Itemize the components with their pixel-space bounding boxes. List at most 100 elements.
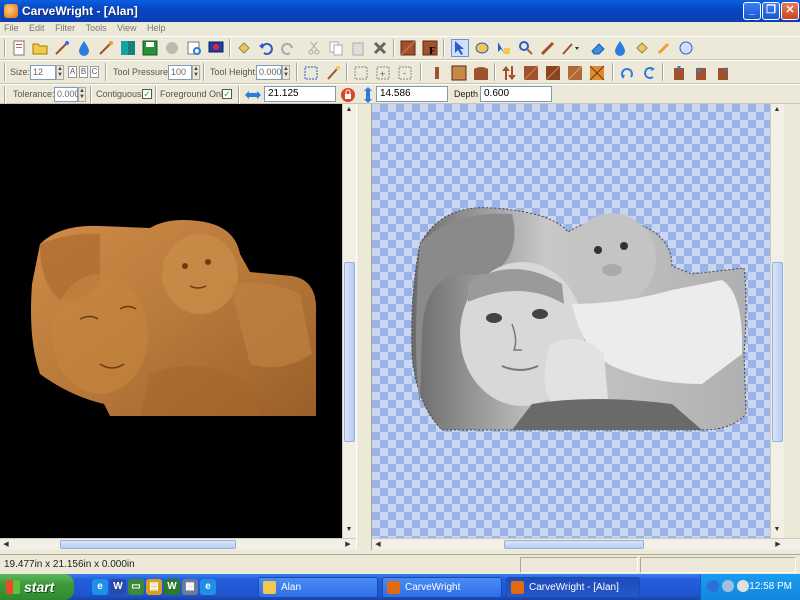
print-preview-icon[interactable] [185,39,203,57]
contiguous-checkbox[interactable]: ✓ [142,89,152,99]
tool-pressure-input[interactable]: 100 [168,65,192,80]
menu-edit[interactable]: Edit [25,22,49,33]
eyedropper-icon[interactable] [655,39,673,57]
width-input[interactable]: 21.125 [264,86,336,102]
board-icon[interactable] [399,39,417,57]
tolerance-spinner[interactable]: ▲ ▼ [78,87,86,102]
new-file-icon[interactable] [10,39,28,57]
delete-icon[interactable] [371,39,389,57]
select-arrow-icon[interactable] [451,39,469,57]
slope-1-icon[interactable] [522,64,540,82]
scroll-down-arrow-icon[interactable]: ▼ [343,524,355,536]
drop-icon[interactable] [75,39,93,57]
raise-lower-icon[interactable] [500,64,518,82]
option-a-button[interactable]: A [68,66,77,78]
scroll-down-arrow-icon[interactable]: ▼ [771,524,783,536]
scroll-right-arrow-icon[interactable]: ▶ [772,539,784,551]
left-horizontal-scrollbar[interactable]: ◀ ▶ [0,538,356,550]
brush-icon[interactable] [97,39,115,57]
paint-bucket-icon[interactable] [633,39,651,57]
fill-icon[interactable] [677,39,695,57]
lock-aspect-icon[interactable] [339,86,357,104]
task-alan-folder[interactable]: Alan [258,577,378,598]
select-add-icon[interactable]: + [374,64,392,82]
menu-file[interactable]: File [0,22,23,33]
ie-icon[interactable]: e [92,579,108,595]
fill-bucket-icon[interactable] [235,39,253,57]
network-icon[interactable] [707,580,719,592]
rotate-left-icon[interactable] [618,64,636,82]
tool-height-spinner[interactable]: ▲ ▼ [282,65,290,80]
scroll-right-arrow-icon[interactable]: ▶ [342,539,354,551]
wand-icon[interactable] [53,39,71,57]
minimize-button[interactable]: _ [743,2,761,20]
scroll-left-arrow-icon[interactable]: ◀ [0,539,12,551]
copy-icon[interactable] [327,39,345,57]
scroll-left-arrow-icon[interactable]: ◀ [372,539,384,551]
tool-pressure-spinner[interactable]: ▲ ▼ [192,65,200,80]
magic-wand-icon[interactable] [324,64,342,82]
blur-icon[interactable] [163,39,181,57]
reset-icon[interactable] [714,64,732,82]
right-vscroll-thumb[interactable] [772,262,783,442]
save-icon[interactable] [141,39,159,57]
task-carvewright-alan[interactable]: CarveWright - [Alan] [506,577,640,598]
zoom-icon[interactable] [517,39,535,57]
water-drop-icon[interactable] [611,39,629,57]
pane-splitter[interactable] [356,104,372,550]
flip-icon[interactable] [670,64,688,82]
option-c-button[interactable]: C [90,66,99,78]
word-green-icon[interactable]: W [164,579,180,595]
tool-height-input[interactable]: 0.000 [256,65,282,80]
left-vertical-scrollbar[interactable]: ▲ ▼ [342,104,356,538]
option-b-button[interactable]: B [79,66,88,78]
size-input[interactable]: 12 [30,65,56,80]
menu-help[interactable]: Help [143,22,170,33]
menu-tools[interactable]: Tools [82,22,111,33]
redo-icon[interactable] [279,39,297,57]
pencil-icon[interactable] [539,39,557,57]
monitor-icon[interactable] [207,39,225,57]
slope-2-icon[interactable] [544,64,562,82]
scroll-up-arrow-icon[interactable]: ▲ [343,104,355,116]
eraser-icon[interactable] [589,39,607,57]
rect-select-icon[interactable] [302,64,320,82]
folder-icon[interactable]: ▤ [146,579,162,595]
select-subtract-icon[interactable]: - [396,64,414,82]
carving-3d-view[interactable]: ▲ ▼ [0,104,356,538]
right-horizontal-scrollbar[interactable]: ◀ ▶ [372,538,800,550]
gradient-swatch-icon[interactable] [119,39,137,57]
pan-icon[interactable] [473,39,491,57]
word-icon[interactable]: W [110,579,126,595]
font-icon[interactable]: F [421,39,439,57]
rotate-right-icon[interactable] [640,64,658,82]
tolerance-input[interactable]: 0.000 [54,87,80,102]
scroll-up-arrow-icon[interactable]: ▲ [771,104,783,116]
desktop-icon[interactable]: ▭ [128,579,144,595]
maximize-button[interactable]: ❐ [762,2,780,20]
size-spinner[interactable]: ▲ ▼ [56,65,64,80]
volume-icon[interactable] [737,580,749,592]
pointer-pan-icon[interactable] [495,39,513,57]
left-hscroll-thumb[interactable] [60,540,236,549]
task-carvewright[interactable]: CarveWright [382,577,502,598]
open-folder-icon[interactable] [31,39,49,57]
undo-icon[interactable] [257,39,275,57]
paste-icon[interactable] [349,39,367,57]
right-hscroll-thumb[interactable] [504,540,644,549]
start-button[interactable]: start [0,574,74,600]
menu-filter[interactable]: Filter [51,22,79,33]
select-region-icon[interactable] [352,64,370,82]
slope-4-icon[interactable] [588,64,606,82]
depth-input[interactable]: 0.600 [480,86,552,102]
close-button[interactable]: ✕ [781,2,799,20]
explorer-icon[interactable]: ▦ [182,579,198,595]
height-input[interactable]: 14.586 [376,86,448,102]
image-2d-view[interactable]: ▲ ▼ [372,104,784,538]
carve-style-3-icon[interactable] [472,64,490,82]
cut-icon[interactable] [305,39,323,57]
carve-style-1-icon[interactable] [428,64,446,82]
slope-3-icon[interactable] [566,64,584,82]
safely-remove-icon[interactable] [722,580,734,592]
carve-style-2-icon[interactable] [450,64,468,82]
